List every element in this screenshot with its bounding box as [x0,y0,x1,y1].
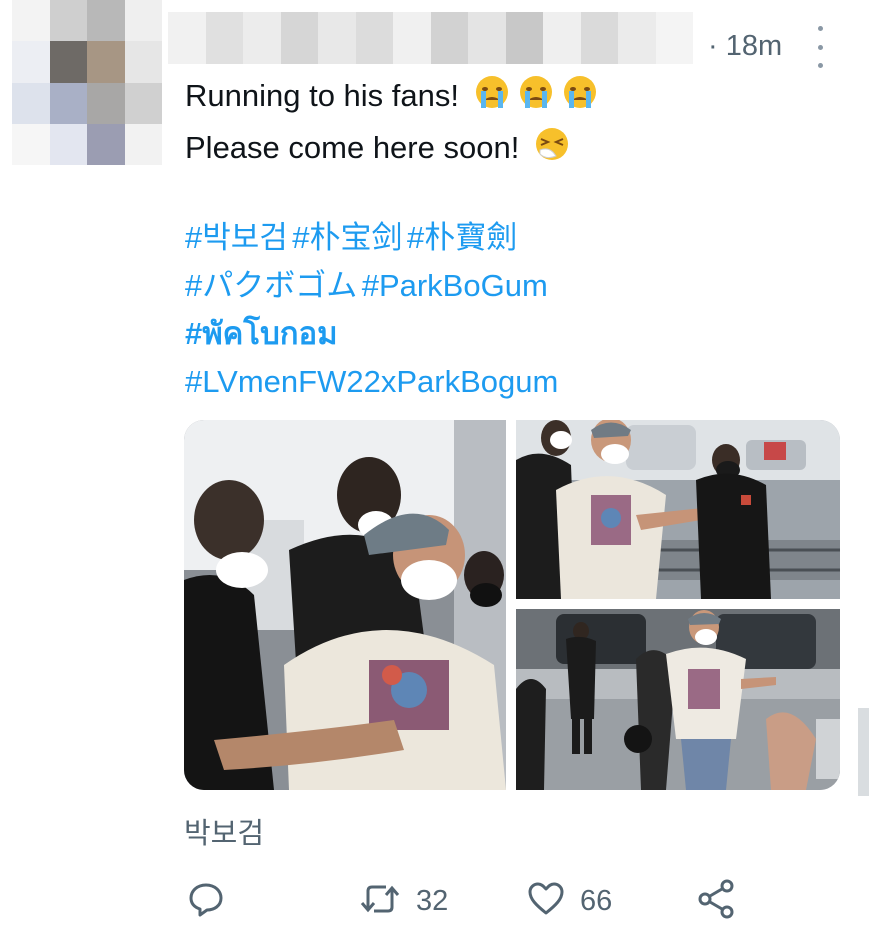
like-count: 66 [580,884,613,917]
hashtag-link[interactable]: #パクボゴム [185,268,357,303]
tweet-timestamp[interactable]: · 18m [708,30,782,63]
loudly-crying-face-icon [516,74,556,124]
loudly-crying-face-icon [560,74,600,124]
hashtag-line-1: #박보검 #朴宝剑 #朴寶劍 [185,214,845,262]
more-options-icon[interactable] [813,26,827,68]
tweet-line-2: Please come here soon! [185,124,845,176]
retweet-icon [358,879,402,924]
photo-bottom-right[interactable] [516,609,840,790]
author-name-redacted[interactable] [168,12,693,64]
hashtag-link[interactable]: #ParkBoGum [362,268,548,303]
tweet-header: · 18m [168,12,858,72]
avatar[interactable] [12,0,162,165]
hashtag-line-2: #パクボゴム #ParkBoGum [185,262,845,310]
hashtag-block: #박보검 #朴宝剑 #朴寶劍 #パクボゴム #ParkBoGum #พัคโบก… [185,214,845,406]
hashtag-link[interactable]: #LVmenFW22xParkBogum [185,364,558,399]
share-icon [696,878,738,925]
loudly-crying-face-icon [472,74,512,124]
reply-icon [186,879,226,924]
location-tag[interactable]: 박보검 [184,810,264,852]
sneezing-face-icon [532,126,572,176]
retweet-button[interactable]: 32 [358,878,448,924]
action-bar: 32 66 [186,878,846,924]
tweet-line-1: Running to his fans! [185,72,845,124]
hashtag-link[interactable]: #朴寶劍 [407,220,517,255]
tweet-text: Running to his fans! Please come here so… [185,72,845,176]
like-icon [526,879,566,924]
share-button[interactable] [696,878,738,924]
hashtag-link[interactable]: #พัคโบกอม [185,316,338,351]
hashtag-line-4: #LVmenFW22xParkBogum [185,358,845,406]
hashtag-line-3: #พัคโบกอม [185,310,845,358]
photo-top-right[interactable] [516,420,840,599]
media-grid [184,420,840,790]
hashtag-link[interactable]: #박보검 [185,220,288,255]
like-button[interactable]: 66 [526,878,612,924]
retweet-count: 32 [416,884,449,917]
reply-button[interactable] [186,878,226,924]
photo-left[interactable] [184,420,506,790]
hashtag-link[interactable]: #朴宝剑 [292,220,402,255]
scrollbar[interactable] [858,708,869,796]
